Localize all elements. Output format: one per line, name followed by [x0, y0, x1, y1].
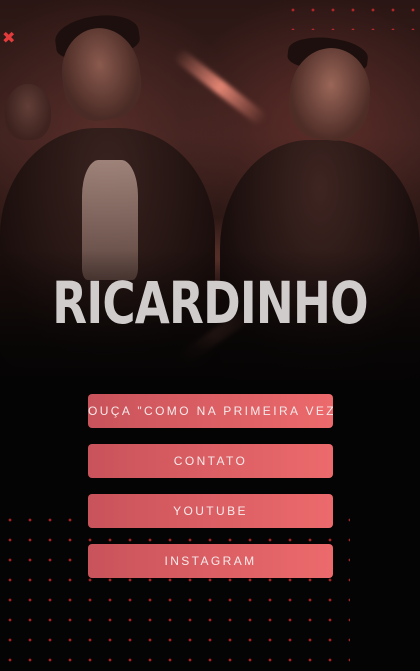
instagram-button[interactable]: INSTAGRAM: [88, 544, 333, 578]
link-list: OUÇA "COMO NA PRIMEIRA VEZ" CONTATO YOUT…: [88, 394, 333, 594]
youtube-button[interactable]: YOUTUBE: [88, 494, 333, 528]
decorative-dot-grid-top: [283, 0, 420, 30]
artist-name-title: RICARDINHO: [52, 269, 368, 337]
photo-background-person: [5, 84, 51, 140]
listen-song-button[interactable]: OUÇA "COMO NA PRIMEIRA VEZ": [88, 394, 333, 428]
contact-button[interactable]: CONTATO: [88, 444, 333, 478]
link-page: ✖ RICARDINHO OUÇA "COMO NA PRIMEIRA VEZ"…: [0, 0, 420, 671]
close-x-icon: ✖: [2, 28, 16, 47]
stage-light-streak: [172, 47, 268, 127]
